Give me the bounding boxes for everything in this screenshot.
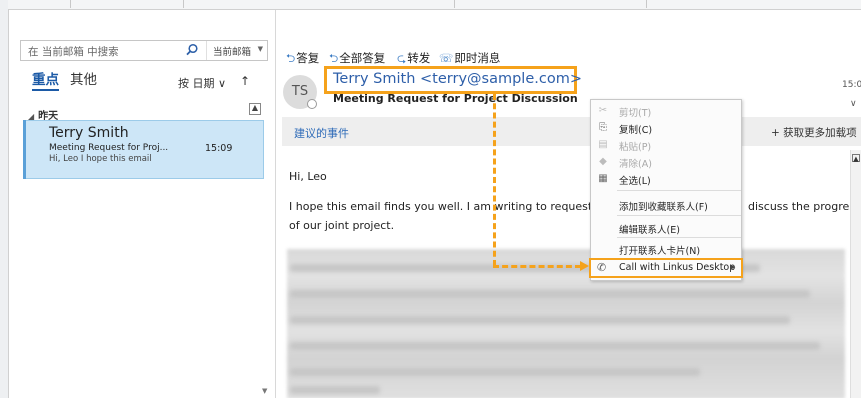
- body-line-2: of our joint project.: [289, 219, 395, 232]
- message-subject: Meeting Request for Project Discussion: [333, 92, 578, 105]
- body-line-1-end: discuss the progress: [748, 200, 861, 213]
- blurred-line: [290, 290, 810, 298]
- reply-icon: ⮌: [286, 51, 296, 65]
- mail-list-scrollbar[interactable]: ▼: [262, 120, 272, 398]
- menu-item-clear[interactable]: ◆ 清除(A): [591, 154, 741, 170]
- menu-item-label: 清除(A): [619, 159, 652, 170]
- menu-item-label: 粘贴(P): [619, 142, 652, 153]
- sender-highlight-box: Terry Smith <terry@sample.com>: [324, 66, 582, 94]
- eraser-icon: ◆: [599, 156, 607, 167]
- menu-item-paste[interactable]: ▤ 粘贴(P): [591, 137, 741, 153]
- reply-label: 答复: [296, 51, 320, 65]
- instant-message-label: 即时消息: [454, 51, 501, 65]
- sort-direction-icon[interactable]: ↑: [240, 74, 250, 88]
- body-greeting: Hi, Leo: [289, 170, 327, 183]
- menu-item-label: 全选(L): [619, 176, 651, 187]
- expand-header-icon[interactable]: ∨: [850, 99, 857, 109]
- menu-item-select-all[interactable]: ▦ 全选(L): [591, 171, 741, 187]
- scissors-icon: ✂: [598, 105, 608, 116]
- toolbar-divider: [183, 0, 184, 8]
- menu-item-label: Call with Linkus Desktop: [619, 262, 736, 273]
- submenu-arrow-icon: ▶: [730, 263, 736, 271]
- menu-separator: [617, 215, 741, 216]
- mail-preview: Hi, Leo I hope this email: [49, 154, 152, 164]
- menu-item-label: 剪切(T): [619, 108, 652, 119]
- body-line-1: I hope this email finds you well. I am w…: [289, 200, 635, 213]
- menu-item-copy[interactable]: ⎘ 复制(C): [591, 120, 741, 136]
- search-box[interactable]: 在 当前邮箱 中搜索 当前邮箱 ▼: [20, 40, 268, 61]
- tab-focused-label: 重点: [32, 72, 59, 88]
- mail-subject: Meeting Request for Proj...: [49, 143, 169, 153]
- blurred-line: [290, 368, 700, 376]
- suggested-events-link[interactable]: 建议的事件: [294, 125, 349, 141]
- menu-item-label: 复制(C): [619, 125, 653, 136]
- context-menu: ✂ 剪切(T) ⎘ 复制(C) ▤ 粘贴(P) ◆ 清除(A) ▦ 全选(L) …: [590, 99, 742, 281]
- search-scope-dropdown[interactable]: 当前邮箱 ▼: [206, 41, 268, 60]
- presence-status-icon: [307, 99, 317, 109]
- scroll-up-icon[interactable]: ▲: [852, 154, 860, 163]
- forward-icon: ⮎: [397, 51, 407, 65]
- menu-separator: [617, 190, 741, 191]
- tab-active-underline: [32, 89, 59, 91]
- annotation-connector: [493, 265, 581, 268]
- chevron-down-icon: ▼: [257, 45, 263, 53]
- blurred-line: [290, 316, 790, 324]
- chat-icon: ☏: [439, 51, 454, 65]
- select-all-icon: ▦: [598, 173, 608, 184]
- get-addins-button[interactable]: + 获取更多加载项: [771, 125, 857, 140]
- paste-icon: ▤: [598, 139, 608, 150]
- menu-item-open-contact-card[interactable]: 打开联系人卡片(N): [591, 241, 741, 257]
- toolbar-divider: [646, 0, 647, 8]
- message-time: 15:0: [842, 80, 861, 90]
- menu-item-label: 编辑联系人(E): [619, 225, 680, 236]
- menu-item-add-favorite-contact[interactable]: 添加到收藏联系人(F): [591, 197, 741, 213]
- reply-button[interactable]: ⮌答复: [286, 50, 319, 70]
- reply-all-icon: ⮌: [329, 51, 339, 65]
- mail-list-item[interactable]: Terry Smith Meeting Request for Proj... …: [23, 120, 264, 179]
- menu-item-label: 添加到收藏联系人(F): [619, 202, 708, 213]
- blurred-line: [290, 342, 820, 350]
- toolbar-divider: [70, 0, 71, 8]
- forward-label: 转发: [407, 51, 431, 65]
- title-bar-strip: [8, 0, 861, 9]
- blurred-line: [290, 386, 380, 394]
- search-input[interactable]: 在 当前邮箱 中搜索: [28, 44, 119, 59]
- menu-item-edit-contact[interactable]: 编辑联系人(E): [591, 220, 741, 236]
- tab-focused[interactable]: 重点: [32, 68, 59, 91]
- search-scope-label: 当前邮箱: [213, 47, 252, 58]
- toolbar-divider: [454, 0, 455, 8]
- reading-pane-scrollbar[interactable]: ▲: [850, 150, 861, 398]
- menu-item-label: 打开联系人卡片(N): [619, 246, 701, 257]
- instant-message-button[interactable]: ☏即时消息: [439, 50, 500, 66]
- selection-bar: [23, 120, 26, 179]
- pane-divider[interactable]: [275, 10, 276, 398]
- menu-separator: [617, 237, 741, 238]
- sort-by-date-button[interactable]: 按 日期 ∨ ↑: [178, 74, 250, 91]
- menu-item-cut[interactable]: ✂ 剪切(T): [591, 103, 741, 119]
- mail-time: 15:09: [205, 143, 233, 154]
- tab-other-label: 其他: [70, 72, 97, 88]
- suggested-events-bar: 建议的事件 + 获取更多加载项: [282, 117, 861, 146]
- annotation-arrow-icon: [580, 261, 589, 271]
- menu-item-call-linkus[interactable]: ✆ Call with Linkus Desktop ▶: [589, 258, 743, 278]
- scroll-down-icon[interactable]: ▼: [262, 387, 267, 395]
- message-from[interactable]: Terry Smith <terry@sample.com>: [333, 71, 582, 87]
- phone-icon: ✆: [597, 261, 607, 274]
- reply-all-label: 全部答复: [339, 51, 386, 65]
- mail-sender: Terry Smith: [49, 125, 129, 141]
- search-icon[interactable]: [185, 43, 199, 57]
- annotation-connector: [493, 94, 496, 266]
- tab-other[interactable]: 其他: [70, 68, 97, 88]
- sort-label: 按 日期 ∨: [178, 77, 227, 90]
- message-body[interactable]: Hi, Leo I hope this email finds you well…: [282, 146, 861, 398]
- copy-icon: ⎘: [599, 122, 607, 133]
- collapse-toggle-icon[interactable]: ▲: [249, 103, 261, 115]
